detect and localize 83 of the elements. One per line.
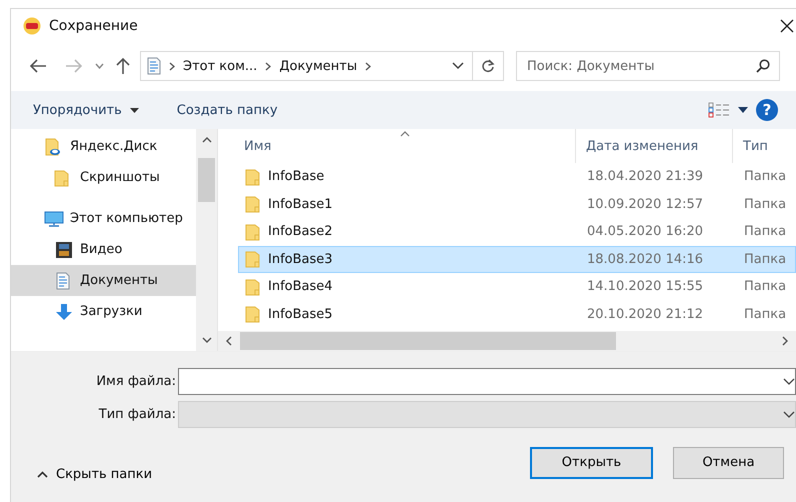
breadcrumb-link[interactable]: Документы [279, 58, 358, 74]
table-row[interactable]: InfoBase4 14.10.2020 15:55 Папка [238, 273, 796, 300]
type-cell-text: Папка [743, 196, 788, 212]
scroll-left-icon[interactable] [226, 336, 232, 346]
folder-icon [245, 222, 261, 241]
sort-caret-icon [400, 131, 410, 137]
file-name[interactable]: InfoBase3 [268, 252, 333, 267]
scroll-up-icon[interactable] [202, 137, 212, 143]
dropdown-triangle-icon[interactable] [738, 107, 748, 113]
type-cell-text: Папка [743, 306, 788, 322]
date-cell-text: 10.09.2020 12:57 [586, 196, 704, 212]
field-label: Имя файла: [95, 374, 177, 389]
folder-icon [245, 168, 261, 186]
file-name[interactable]: InfoBase1 [268, 196, 333, 212]
chevron-right-icon [265, 62, 272, 70]
close-icon[interactable] [780, 19, 794, 33]
dropdown-triangle-icon [130, 108, 139, 112]
view-options-icon[interactable] [708, 102, 730, 118]
search-icon[interactable] [756, 59, 770, 73]
folder-icon [245, 195, 261, 214]
new-folder-button[interactable]: Создать папку [166, 98, 288, 122]
table-row[interactable]: InfoBase2 04.05.2020 16:20 Папка [238, 218, 796, 246]
table-row[interactable]: InfoBase3 18.08.2020 14:16 Папка [238, 246, 796, 273]
column-header[interactable]: Имя [218, 129, 576, 163]
help-button[interactable]: ? [756, 99, 778, 121]
field-label: Тип файла: [98, 407, 177, 422]
scroll-thumb[interactable] [240, 332, 616, 350]
file-name-field[interactable] [178, 368, 796, 395]
file-name[interactable]: InfoBase2 [268, 224, 333, 240]
breadcrumb-link[interactable]: Этот ком... [183, 58, 258, 74]
vertical-scrollbar[interactable] [196, 129, 217, 351]
column-header[interactable]: Тип [733, 129, 796, 163]
type-cell-text: Папка [743, 252, 788, 267]
sidebar-item[interactable]: Документы [11, 265, 196, 296]
organize-menu-button[interactable]: Упорядочить [23, 98, 149, 122]
horizontal-scrollbar[interactable] [218, 331, 796, 351]
table-row[interactable]: InfoBase1 10.09.2020 12:57 Папка [238, 190, 796, 218]
file-name[interactable]: InfoBase [268, 169, 324, 184]
sidebar-item[interactable]: Загрузки [11, 296, 196, 327]
chevron-up-icon [37, 471, 48, 478]
search-field[interactable]: Поиск: Документы [516, 51, 780, 81]
dropdown-chevron-icon[interactable] [452, 62, 464, 70]
down-arrow-icon [54, 302, 74, 320]
folder-icon [245, 278, 261, 296]
table-row[interactable]: InfoBase 18.04.2020 21:39 Папка [238, 163, 796, 190]
scroll-thumb[interactable] [198, 158, 215, 202]
address-bar[interactable]: Этот ком... Документы [140, 51, 504, 81]
chevron-right-icon [169, 62, 175, 70]
monitor-icon [44, 210, 64, 228]
sidebar-item[interactable]: Видео [11, 234, 196, 265]
date-cell-text: 18.04.2020 21:39 [586, 169, 704, 184]
chevron-down-icon [783, 378, 795, 386]
date-cell-text: 04.05.2020 16:20 [586, 224, 704, 240]
file-name[interactable]: InfoBase5 [268, 306, 333, 322]
document-icon [147, 57, 161, 75]
date-cell-text: 14.10.2020 15:55 [586, 279, 704, 294]
back-arrow-icon[interactable] [29, 59, 47, 73]
cancel-button[interactable]: Отмена [673, 446, 784, 478]
type-cell-text: Папка [743, 279, 788, 294]
file-name[interactable]: InfoBase4 [268, 279, 333, 294]
hide-folders-button[interactable]: Скрыть папки [37, 467, 152, 482]
type-cell-text: Папка [743, 224, 788, 240]
film-strip-icon [54, 240, 74, 258]
scroll-right-icon[interactable] [782, 336, 788, 346]
column-header[interactable]: Дата изменения [576, 129, 733, 163]
scroll-down-icon[interactable] [202, 337, 212, 343]
folder-icon [245, 250, 261, 268]
open-button[interactable]: Открыть [530, 446, 653, 478]
table-row[interactable]: InfoBase5 20.10.2020 21:12 Папка [238, 300, 796, 328]
date-cell-text: 18.08.2020 14:16 [586, 252, 704, 267]
chevron-right-icon [365, 62, 372, 70]
folder-icon [245, 305, 261, 324]
window-title: Сохранение [49, 18, 138, 34]
app-logo-icon [23, 17, 41, 35]
sidebar-item[interactable]: Яндекс.Диск [11, 131, 196, 162]
chevron-down-icon [783, 410, 795, 418]
chevron-down-icon[interactable] [95, 63, 104, 69]
refresh-icon[interactable] [481, 59, 495, 73]
date-cell-text: 20.10.2020 21:12 [586, 306, 704, 322]
up-arrow-icon[interactable] [116, 57, 130, 75]
sidebar-item[interactable]: Скриншоты [11, 162, 196, 193]
type-cell-text: Папка [743, 169, 788, 184]
sidebar-item[interactable]: Этот компьютер [11, 203, 196, 234]
